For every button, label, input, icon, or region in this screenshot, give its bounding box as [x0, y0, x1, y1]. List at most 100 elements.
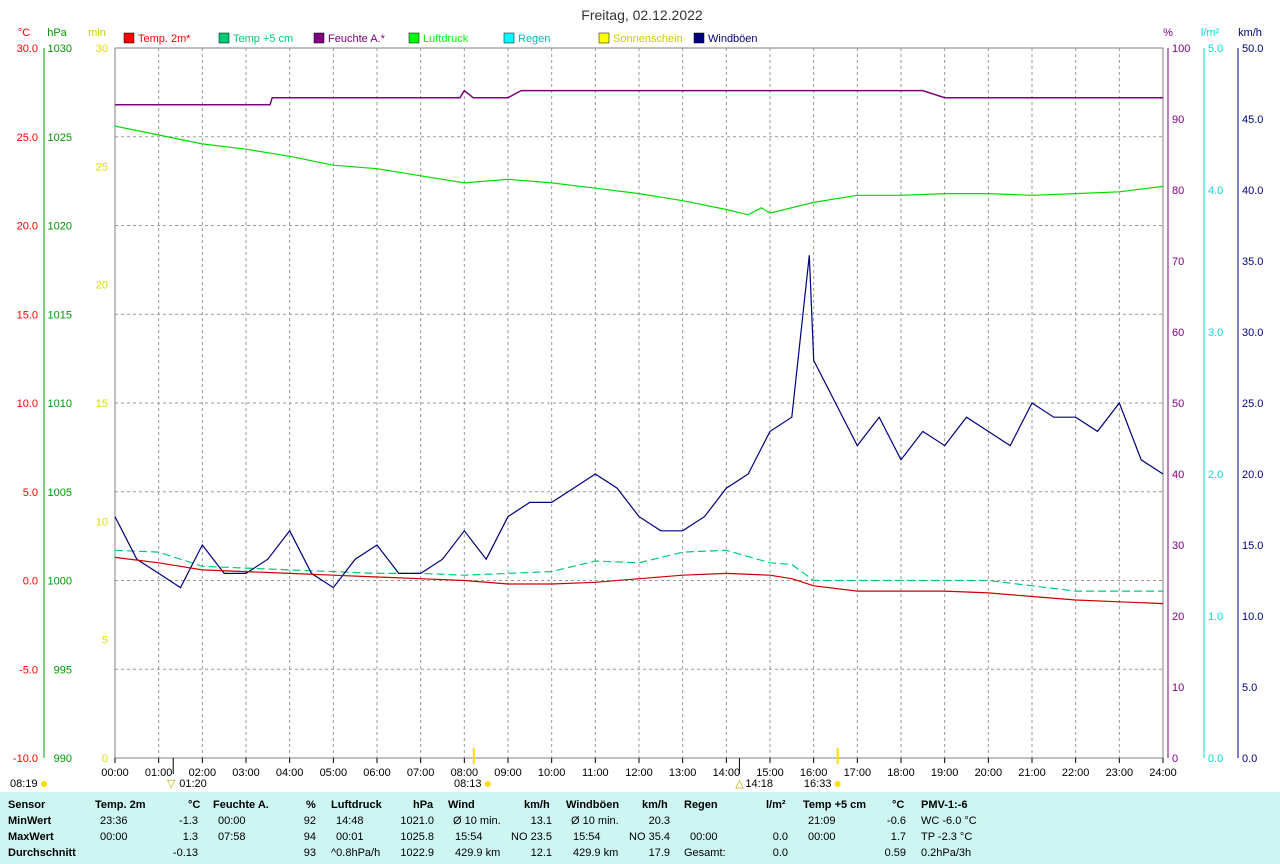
stats-gust-unit: km/h — [642, 799, 668, 811]
stats-max-rain: 0.0 — [772, 831, 788, 843]
stats-max-hum: 94 — [303, 831, 316, 843]
temp-axis-tick: 15.0 — [17, 309, 38, 321]
pressure-axis-tick: 995 — [54, 664, 72, 676]
stats-max-row: MaxWert 00:00 1.3 07:58 94 00:01 1025.8 … — [0, 829, 1280, 845]
stats-press-header: Luftdruck — [331, 799, 382, 811]
pressure-axis-tick: 1005 — [48, 487, 72, 499]
stats-min-press: 1021.0 — [400, 815, 434, 827]
stats-max-pmv: TP -2.3 °C — [921, 831, 973, 843]
stats-avg-press: 1022.9 — [400, 847, 434, 859]
stats-max-press: 1025.8 — [400, 831, 434, 843]
stats-max-wind: NO 23.5 — [511, 831, 552, 843]
humidity-axis-tick: 10 — [1172, 682, 1184, 694]
chart-grid — [114, 47, 1164, 759]
humidity-axis-tick: 30 — [1172, 540, 1184, 552]
humidity-axis-tick: 40 — [1172, 469, 1184, 481]
stats-wind-header: Wind — [448, 799, 475, 811]
x-axis-tick-label: 06:00 — [363, 767, 391, 779]
x-axis-tick-label: 03:00 — [232, 767, 260, 779]
stats-header-row: Sensor Temp. 2m °C Feuchte A. % Luftdruc… — [0, 797, 1280, 813]
sunshine-axis-tick: 20 — [96, 280, 108, 292]
legend-label: Luftdruck — [423, 33, 469, 45]
temp-axis-tick: 30.0 — [17, 43, 38, 55]
stats-max-press-time: 00:01 — [336, 831, 364, 843]
humidity-axis-unit: % — [1163, 27, 1173, 39]
humidity-axis-tick: 100 — [1172, 43, 1190, 55]
wind-axis-tick: 40.0 — [1242, 185, 1263, 197]
wind-axis-tick: 0.0 — [1242, 753, 1257, 765]
wind-axis-tick: 5.0 — [1242, 682, 1257, 694]
x-axis-tick-label: 05:00 — [320, 767, 348, 779]
moonrise-icon: △ — [735, 778, 744, 790]
wind-axis-tick: 15.0 — [1242, 540, 1263, 552]
stats-max-temp5: 1.7 — [890, 831, 906, 843]
humidity-axis-tick: 20 — [1172, 611, 1184, 623]
x-axis-tick-label: 11:00 — [582, 767, 609, 779]
legend-label: Feuchte A.* — [328, 33, 386, 45]
humidity-axis-tick: 60 — [1172, 327, 1184, 339]
statistics-panel: Sensor Temp. 2m °C Feuchte A. % Luftdruc… — [0, 792, 1280, 864]
stats-avg-gust: 17.9 — [648, 847, 670, 859]
humidity-axis-tick: 50 — [1172, 398, 1184, 410]
wind-axis-unit: km/h — [1238, 27, 1262, 39]
stats-min-wind: 13.1 — [530, 815, 552, 827]
temp-axis-unit: °C — [18, 27, 30, 39]
legend-swatch — [503, 32, 515, 44]
wind-axis-tick: 20.0 — [1242, 469, 1263, 481]
stats-max-rain-time: 00:00 — [690, 831, 718, 843]
legend-swatch — [408, 32, 420, 44]
x-axis-tick-label: 24:00 — [1149, 767, 1177, 779]
stats-temp-header: Temp. 2m — [95, 799, 146, 811]
x-axis-tick-label: 21:00 — [1018, 767, 1046, 779]
stats-avg-wind: 12.1 — [530, 847, 552, 859]
pressure-axis-tick: 990 — [54, 753, 72, 765]
sun-icon — [41, 781, 47, 787]
stats-max-temp-time: 00:00 — [100, 831, 128, 843]
stats-max-gust: NO 35.4 — [629, 831, 670, 843]
rain-axis-tick: 2.0 — [1208, 469, 1223, 481]
pressure-axis-tick: 1000 — [48, 576, 72, 588]
x-axis-tick-label: 12:00 — [625, 767, 653, 779]
rain-axis-tick: 1.0 — [1208, 611, 1223, 623]
sunset-icon — [834, 781, 841, 787]
stats-avg-rain: 0.0 — [772, 847, 788, 859]
rain-axis-unit: l/m² — [1201, 27, 1220, 39]
chart-title: Freitag, 02.12.2022 — [581, 7, 703, 23]
stats-hum-unit: % — [306, 799, 316, 811]
wind-axis-tick: 45.0 — [1242, 114, 1263, 126]
stats-max-temp5-time: 00:00 — [808, 831, 836, 843]
stats-min-temp5: -0.6 — [887, 815, 906, 827]
stats-min-temp-time: 23:36 — [100, 815, 128, 827]
x-axis-tick-label: 10:00 — [538, 767, 566, 779]
x-axis-tick-label: 20:00 — [975, 767, 1003, 779]
stats-temp-unit: °C — [188, 799, 201, 811]
stats-avg-temp: -0.13 — [172, 847, 198, 859]
humidity-axis-tick: 80 — [1172, 185, 1184, 197]
stats-rain-header: Regen — [684, 799, 718, 811]
stats-min-gust: 20.3 — [648, 815, 670, 827]
rain-axis-tick: 4.0 — [1208, 185, 1223, 197]
humidity-axis-tick: 0 — [1172, 753, 1178, 765]
sunshine-axis-tick: 30 — [96, 43, 108, 55]
pressure-axis-unit: hPa — [47, 27, 67, 39]
pressure-axis-tick: 1025 — [48, 132, 72, 144]
moonrise-label: 14:18 — [745, 778, 773, 790]
moonset-label: 01:20 — [179, 778, 207, 790]
pressure-axis-tick: 1030 — [48, 43, 72, 55]
stats-min-row: MinWert 23:36 -1.3 00:00 92 14:48 1021.0… — [0, 813, 1280, 829]
stats-pmv-header: PMV-1:-6 — [921, 799, 968, 811]
stats-min-wind-label: Ø 10 min. — [453, 815, 501, 827]
stats-sensor-header: Sensor — [8, 799, 46, 811]
x-axis-tick-label: 00:00 — [101, 767, 129, 779]
legend-swatch — [693, 32, 705, 44]
sunshine-axis-tick: 5 — [102, 635, 108, 647]
legend-swatch — [598, 32, 610, 44]
wind-axis-tick: 30.0 — [1242, 327, 1263, 339]
moonset-icon: ▽ — [167, 778, 176, 790]
stats-max-label: MaxWert — [8, 831, 54, 843]
rain-axis-tick: 5.0 — [1208, 43, 1223, 55]
stats-avg-wind-dist: 429.9 km — [455, 847, 501, 859]
stats-avg-gust-dist: 429.9 km — [573, 847, 619, 859]
weather-chart: Freitag, 02.12.2022 °C 30.0 25.0 20.0 15.0 10… — [0, 0, 1280, 792]
stats-hum-header: Feuchte A. — [213, 799, 269, 811]
